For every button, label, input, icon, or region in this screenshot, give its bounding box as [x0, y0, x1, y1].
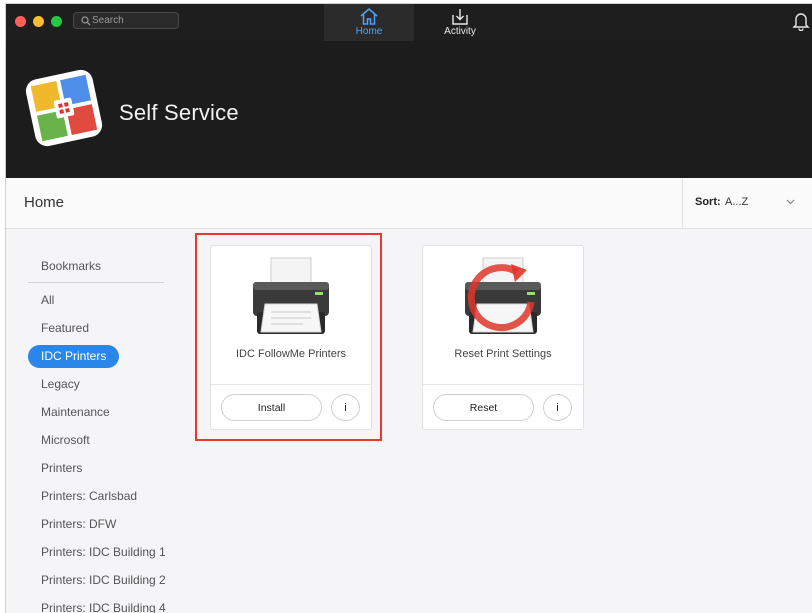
sidebar-item-legacy[interactable]: Legacy: [28, 373, 93, 396]
zoom-window-button[interactable]: [51, 16, 62, 27]
page-title: Home: [24, 194, 65, 211]
tab-home[interactable]: Home: [324, 4, 414, 41]
sidebar-item-all[interactable]: All: [28, 289, 67, 312]
close-window-button[interactable]: [15, 16, 26, 27]
sidebar-item-idc-printers[interactable]: IDC Printers: [28, 345, 120, 368]
sidebar-item-printers-idc-building-1[interactable]: Printers: IDC Building 1: [28, 541, 179, 564]
sidebar-item-printers-dfw[interactable]: Printers: DFW: [28, 513, 129, 536]
sidebar-item-printers-idc-building-2[interactable]: Printers: IDC Building 2: [28, 569, 179, 592]
catalog-content: IDC FollowMe Printers Install i Reset Pr…: [186, 229, 812, 613]
tab-home-label: Home: [355, 26, 383, 37]
sort-value: A...Z: [725, 196, 749, 208]
toolbar: Search Home Activity: [6, 4, 812, 41]
search-icon: [81, 16, 91, 26]
self-service-window: Search Home Activity Self Service Home S…: [6, 4, 812, 613]
bell-icon[interactable]: [792, 11, 810, 31]
sort-label: Sort:: [695, 196, 721, 208]
info-button[interactable]: i: [331, 394, 360, 421]
sidebar-item-microsoft[interactable]: Microsoft: [28, 429, 103, 452]
card-footer: Install i: [211, 384, 371, 430]
app-title: Self Service: [119, 100, 239, 125]
sidebar: Bookmarks All Featured IDC Printers Lega…: [6, 229, 186, 613]
branding-banner: Self Service: [6, 41, 812, 178]
tab-activity-label: Activity: [444, 26, 476, 37]
install-button[interactable]: Install: [221, 394, 322, 421]
sidebar-heading-bookmarks: Bookmarks: [41, 259, 102, 273]
search-input[interactable]: Search: [73, 12, 179, 29]
minimize-window-button[interactable]: [33, 16, 44, 27]
sidebar-item-printers-carlsbad[interactable]: Printers: Carlsbad: [28, 485, 150, 508]
download-tray-icon: [452, 9, 468, 25]
sidebar-item-printers[interactable]: Printers: [28, 457, 95, 480]
sidebar-item-featured[interactable]: Featured: [28, 317, 102, 340]
tab-activity[interactable]: Activity: [419, 4, 501, 41]
reset-button[interactable]: Reset: [433, 394, 534, 421]
home-icon: [360, 8, 378, 25]
sidebar-item-maintenance[interactable]: Maintenance: [28, 401, 123, 424]
chevron-down-icon: [786, 199, 795, 205]
card-title: IDC FollowMe Printers: [235, 348, 347, 360]
card-footer: Reset i: [423, 384, 583, 430]
printer-icon: [253, 257, 329, 334]
reset-printer-icon: [465, 257, 541, 334]
self-service-logo-icon: [25, 69, 103, 147]
sidebar-divider: [28, 282, 164, 283]
card-title: Reset Print Settings: [454, 348, 552, 360]
page-header: Home Sort: A...Z: [6, 178, 812, 229]
catalog-card: Reset Print Settings Reset i: [422, 245, 584, 430]
catalog-card: IDC FollowMe Printers Install i: [210, 245, 372, 430]
info-button[interactable]: i: [543, 394, 572, 421]
sort-dropdown[interactable]: Sort: A...Z: [682, 178, 812, 228]
search-placeholder: Search: [92, 15, 124, 26]
sidebar-item-printers-idc-building-4[interactable]: Printers: IDC Building 4: [28, 597, 179, 613]
